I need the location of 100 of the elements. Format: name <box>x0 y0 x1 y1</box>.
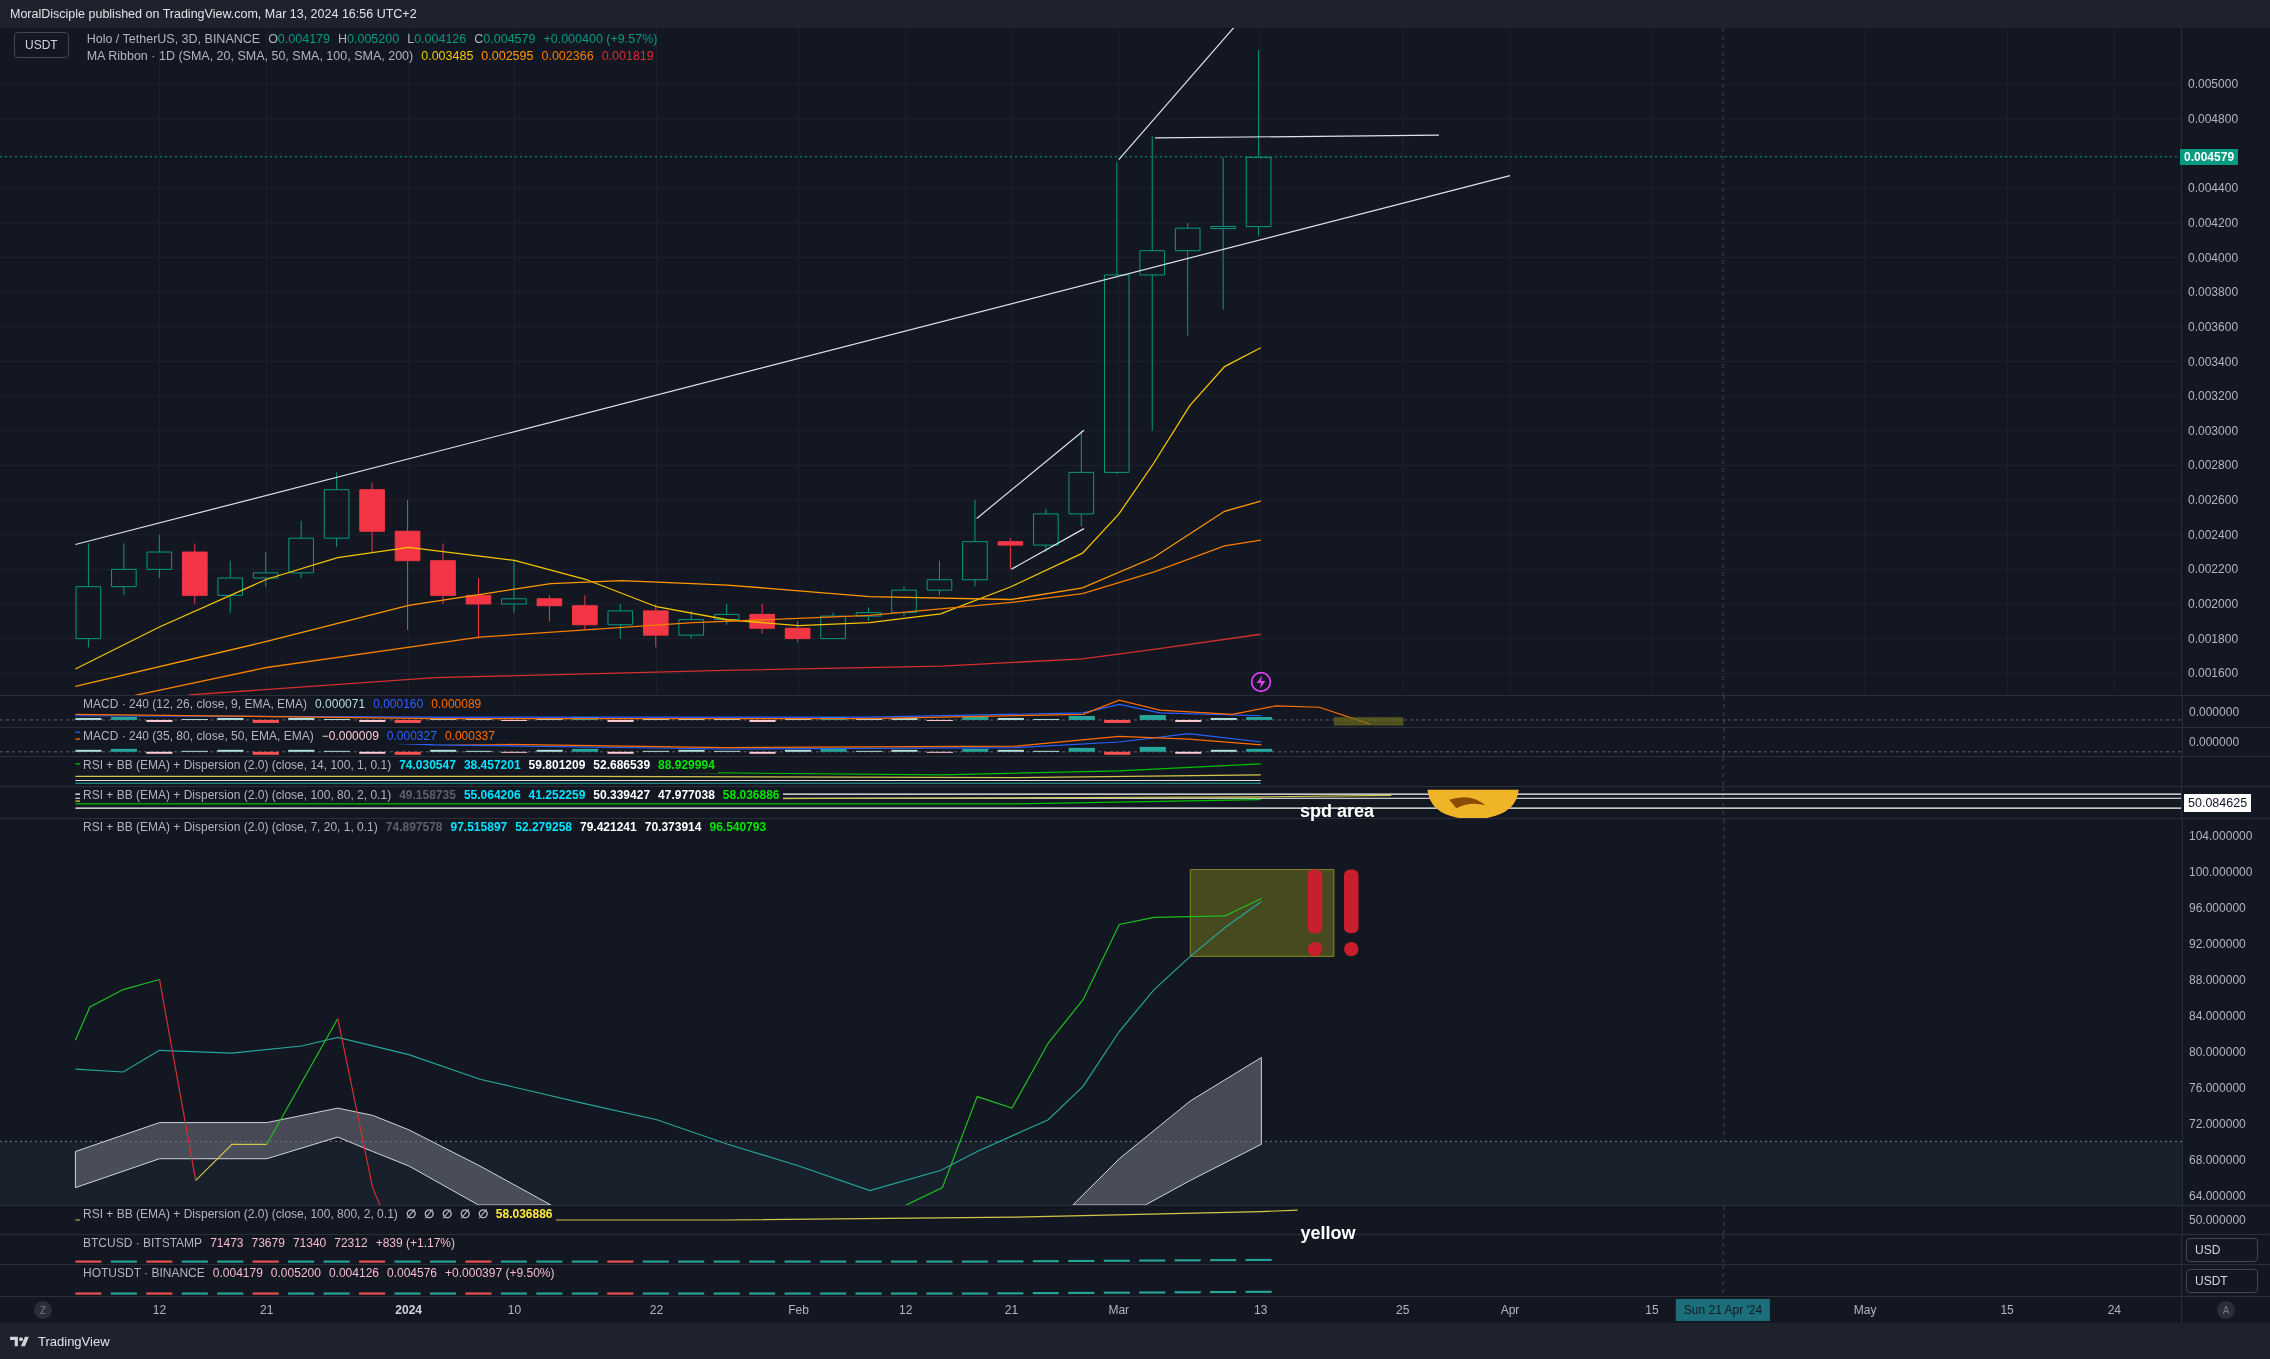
indicator-value: 74.030547 <box>399 758 456 773</box>
price-axis-label: 0.003600 <box>2188 319 2239 334</box>
indicator-value: 47.977038 <box>658 788 715 803</box>
axis-label: 80.000000 <box>2189 1045 2247 1059</box>
indicator-value: 0.001819 <box>601 49 654 63</box>
price-axis-label: 0.005000 <box>2188 77 2239 92</box>
indicator-value: 52.279258 <box>515 820 572 835</box>
indicator-value: 0.004126 <box>328 1266 379 1281</box>
indicator-value: 49.158735 <box>399 788 456 803</box>
indicator-title: RSI + BB (EMA) + Dispersion (2.0) (close, 100, 800, 2, 0.1) <box>83 1207 398 1222</box>
indicator-value: 55.064206 <box>463 788 521 803</box>
ohlc-label: O <box>268 32 278 46</box>
indicator-value: 71340 <box>292 1236 327 1251</box>
price-axis-label: 0.003000 <box>2188 423 2239 438</box>
indicator-value: 58.036886 <box>722 788 780 803</box>
indicator-value: 0.000337 <box>444 729 495 744</box>
indicator-value: 79.421241 <box>580 820 637 835</box>
indicator-value: ∅ <box>441 1207 452 1222</box>
price-axis-label: 0.002800 <box>2188 458 2239 473</box>
indicator-value: ∅ <box>423 1207 434 1222</box>
axis-label: 0.000000 <box>2189 704 2241 719</box>
time-axis-label: 21 <box>1004 1303 1019 1317</box>
time-axis-label: 12 <box>899 1303 913 1317</box>
indicator-value: 74.897578 <box>385 820 443 835</box>
indicator-value: 0.002595 <box>481 49 534 63</box>
axis-label: 76.000000 <box>2189 1081 2247 1095</box>
time-axis-label: May <box>1853 1303 1877 1317</box>
indicator-value: ∅ <box>477 1207 488 1222</box>
time-axis-label: 22 <box>649 1303 664 1317</box>
axis-label: 0.000000 <box>2189 735 2241 749</box>
currency-button[interactable]: USDT <box>2186 1268 2258 1293</box>
axis-label: 92.000000 <box>2189 937 2247 951</box>
indicator-value: 0.005200 <box>270 1266 321 1281</box>
ohlc-value: 0.004179 <box>277 32 330 46</box>
indicator-value: 0.000160 <box>373 697 424 712</box>
axis-label: 96.000000 <box>2189 901 2247 915</box>
indicator-title: MACD · 240 (35, 80, close, 50, EMA, EMA) <box>83 729 314 744</box>
indicator-value: 71473 <box>210 1236 244 1251</box>
time-axis-label: 10 <box>507 1303 522 1317</box>
indicator-title: RSI + BB (EMA) + Dispersion (2.0) (close, 14, 100, 1, 0.1) <box>83 758 392 773</box>
ohlc-label: C <box>474 32 484 46</box>
time-axis-label: 15 <box>2000 1303 2014 1317</box>
price-axis-label: 0.004800 <box>2188 112 2239 127</box>
time-axis-label: Mar <box>1108 1303 1130 1317</box>
indicator-value: 41.252259 <box>528 788 586 803</box>
price-axis-label: 0.002200 <box>2188 562 2239 577</box>
price-axis-label: 0.003800 <box>2188 285 2239 300</box>
indicator-value: −0.000009 <box>321 729 379 744</box>
indicator-value: 0.000071 <box>315 697 366 712</box>
crosshair-date-badge: Sun 21 Apr '24 <box>1675 1299 1771 1321</box>
indicator-value: +839 (+1.17%) <box>375 1236 455 1251</box>
indicator-value: 52.686539 <box>593 758 651 773</box>
brand-name[interactable]: TradingView <box>38 1333 110 1349</box>
price-axis-label: 0.001800 <box>2188 631 2239 646</box>
indicator-title: MACD · 240 (12, 26, close, 9, EMA, EMA) <box>83 697 308 712</box>
indicator-value: 0.002366 <box>541 49 594 63</box>
time-axis-label: Apr <box>1500 1303 1520 1317</box>
price-axis-label: 0.004000 <box>2188 250 2239 265</box>
indicator-value: 88.929994 <box>658 758 715 773</box>
ohlc-value: 0.004579 <box>483 32 536 46</box>
indicator-value: 0.000327 <box>386 729 437 744</box>
indicator-value: 50.339427 <box>593 788 651 803</box>
indicator-value: 72312 <box>334 1236 368 1251</box>
indicator-value: 97.515897 <box>450 820 508 835</box>
axis-label: 88.000000 <box>2189 973 2247 987</box>
time-axis-label: 15 <box>1645 1303 1659 1317</box>
price-axis-label: 0.003200 <box>2188 389 2239 404</box>
axis-label: 72.000000 <box>2189 1117 2247 1131</box>
symbol-button[interactable]: USDT <box>14 32 69 58</box>
indicator-value: 70.373914 <box>644 820 702 835</box>
currency-button[interactable]: USD <box>2186 1237 2258 1262</box>
ohlc-label: H <box>338 32 348 46</box>
symbol-title: Holo / TetherUS, 3D, BINANCE <box>86 32 261 46</box>
indicator-value: 38.457201 <box>463 758 521 773</box>
indicator-title: RSI + BB (EMA) + Dispersion (2.0) (close, 100, 80, 2, 0.1) <box>83 788 392 803</box>
price-axis-label: 0.004200 <box>2188 215 2239 230</box>
price-axis-label: 0.002000 <box>2188 597 2239 611</box>
current-price-badge: 0.004579 <box>2180 148 2239 165</box>
axis-label: 64.000000 <box>2189 1189 2247 1203</box>
indicator-title: RSI + BB (EMA) + Dispersion (2.0) (close, 7, 20, 1, 0.1) <box>83 820 378 835</box>
time-axis-label: 2024 <box>395 1303 422 1317</box>
indicator-title: MA Ribbon · 1D (SMA, 20, SMA, 50, SMA, 100, SMA, 200) <box>86 49 414 63</box>
price-axis-label: 0.001600 <box>2188 666 2239 681</box>
ohlc-value: 0.005200 <box>347 32 400 46</box>
value-badge: 50.084625 <box>2184 793 2252 812</box>
time-axis-label: Feb <box>788 1303 809 1317</box>
indicator-value: 59.801209 <box>528 758 586 773</box>
price-axis-label: 0.004400 <box>2188 181 2239 196</box>
ohlc-value: 0.004126 <box>414 32 467 46</box>
indicator-value: 0.000089 <box>431 697 482 712</box>
time-axis-label: 21 <box>259 1303 274 1317</box>
indicator-value: 0.003485 <box>421 49 474 63</box>
indicator-title: HOTUSDT · BINANCE <box>83 1266 205 1281</box>
indicator-value: 96.540793 <box>709 820 767 835</box>
time-axis-label: 12 <box>152 1303 167 1317</box>
indicator-value: ∅ <box>405 1207 416 1222</box>
axis-label: 104.000000 <box>2189 829 2254 843</box>
indicator-value: 58.036886 <box>495 1207 553 1222</box>
time-axis-label: 24 <box>2107 1303 2121 1317</box>
indicator-value: ∅ <box>459 1207 470 1222</box>
